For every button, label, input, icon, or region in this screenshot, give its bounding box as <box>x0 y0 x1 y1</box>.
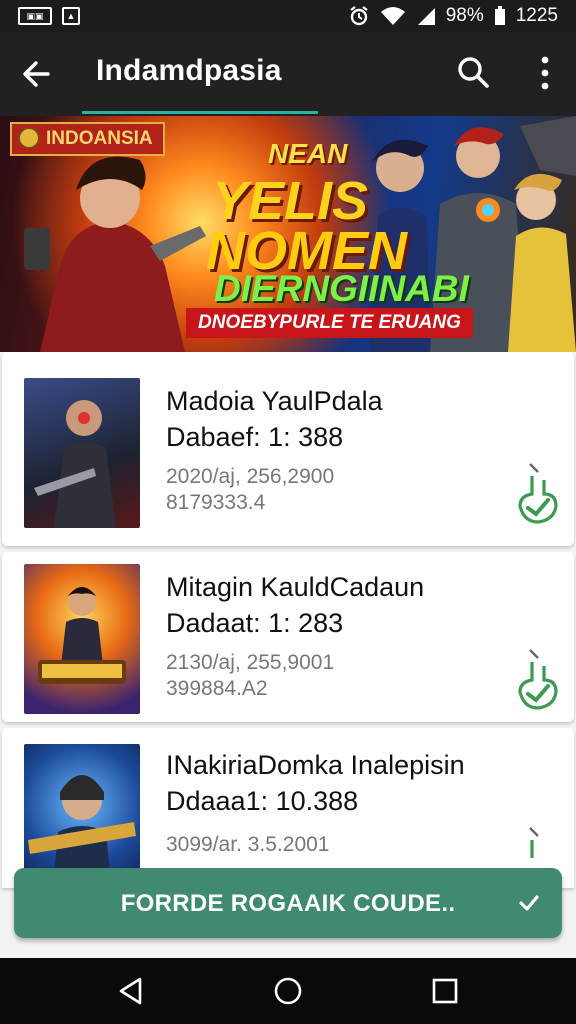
shield-check-icon[interactable] <box>516 462 560 526</box>
battery-percent: 98% <box>445 5 484 26</box>
item-meta: 3099/ar. 3.5.2001 <box>166 832 329 858</box>
gallery-icon: ▣▣ <box>18 7 52 25</box>
item-meta-line-1: 3099/ar. 3.5.2001 <box>166 833 330 856</box>
item-meta-line-2: 8179333.4 <box>166 491 266 514</box>
status-bar: ▣▣ ▲ 98% 1225 <box>0 0 576 32</box>
item-meta-line-1: 2130/aj, 255,9001 <box>166 651 335 674</box>
item-thumbnail <box>24 744 140 888</box>
item-detail: Dabaef: 1: 388 <box>166 422 344 452</box>
banner-line-5: DNOEBYPURLE TE ERUANG <box>186 308 473 338</box>
page-title: Indamdpasia <box>96 54 282 87</box>
nav-recents-icon[interactable] <box>430 976 460 1006</box>
shield-check-icon[interactable] <box>516 648 560 712</box>
item-meta: 2130/aj, 255,9001 399884.A2 <box>166 650 334 702</box>
item-thumbnail <box>24 378 140 528</box>
thumbnail-art <box>34 400 116 528</box>
item-detail: Dadaat: 1: 283 <box>166 608 344 638</box>
promo-banner[interactable]: INDOANSIA NEAN YELIS NOMEN DIERNGIINABI … <box>0 116 576 352</box>
alarm-icon <box>350 6 368 26</box>
notification-icon: ▲ <box>62 7 80 25</box>
confirm-button-label: FORRDE ROGAAIK COUDE.. <box>120 890 456 917</box>
confirm-button[interactable]: FORRDE ROGAAIK COUDE.. <box>14 868 562 938</box>
app-bar: Indamdpasia <box>0 32 576 116</box>
list-item[interactable]: INakiriaDomka Inalepisin Ddaaa1: 10.388 … <box>2 728 574 888</box>
banner-line-1: NEAN <box>268 138 348 169</box>
signal-icon <box>417 8 435 25</box>
list-item[interactable]: Mitagin KauldCadaun Dadaat: 1: 283 2130/… <box>2 552 574 722</box>
status-right: 98% 1225 <box>348 5 558 27</box>
back-arrow-icon[interactable] <box>18 56 54 92</box>
item-meta-line-1: 2020/aj, 256,2900 <box>166 465 335 488</box>
wifi-icon <box>380 7 405 25</box>
banner-tag: INDOANSIA <box>10 122 165 156</box>
item-name: Mitagin KauldCadaun <box>166 572 425 602</box>
banner-line-4: DIERNGIINABI <box>214 268 469 309</box>
list-item[interactable]: Madoia YaulPdala Dabaef: 1: 388 2020/aj,… <box>2 352 574 546</box>
thumbnail-art <box>38 587 126 684</box>
system-nav-bar <box>0 958 576 1024</box>
search-icon[interactable] <box>456 55 490 89</box>
item-meta: 2020/aj, 256,2900 8179333.4 <box>166 464 334 516</box>
item-thumbnail <box>24 564 140 714</box>
thumbnail-art <box>28 775 136 888</box>
item-name: Madoia YaulPdala <box>166 386 383 416</box>
status-left: ▣▣ ▲ <box>18 7 80 25</box>
item-meta-line-2: 399884.A2 <box>166 677 268 700</box>
tab-indicator <box>82 111 318 114</box>
battery-icon <box>494 6 505 25</box>
coin-icon <box>18 127 40 149</box>
item-name: INakiriaDomka Inalepisin <box>166 750 465 780</box>
item-detail: Ddaaa1: 10.388 <box>166 786 359 816</box>
more-vert-icon[interactable] <box>530 54 560 92</box>
check-icon <box>519 895 539 911</box>
nav-back-icon[interactable] <box>116 976 146 1006</box>
clock: 1225 <box>515 5 558 26</box>
nav-home-icon[interactable] <box>273 976 303 1006</box>
